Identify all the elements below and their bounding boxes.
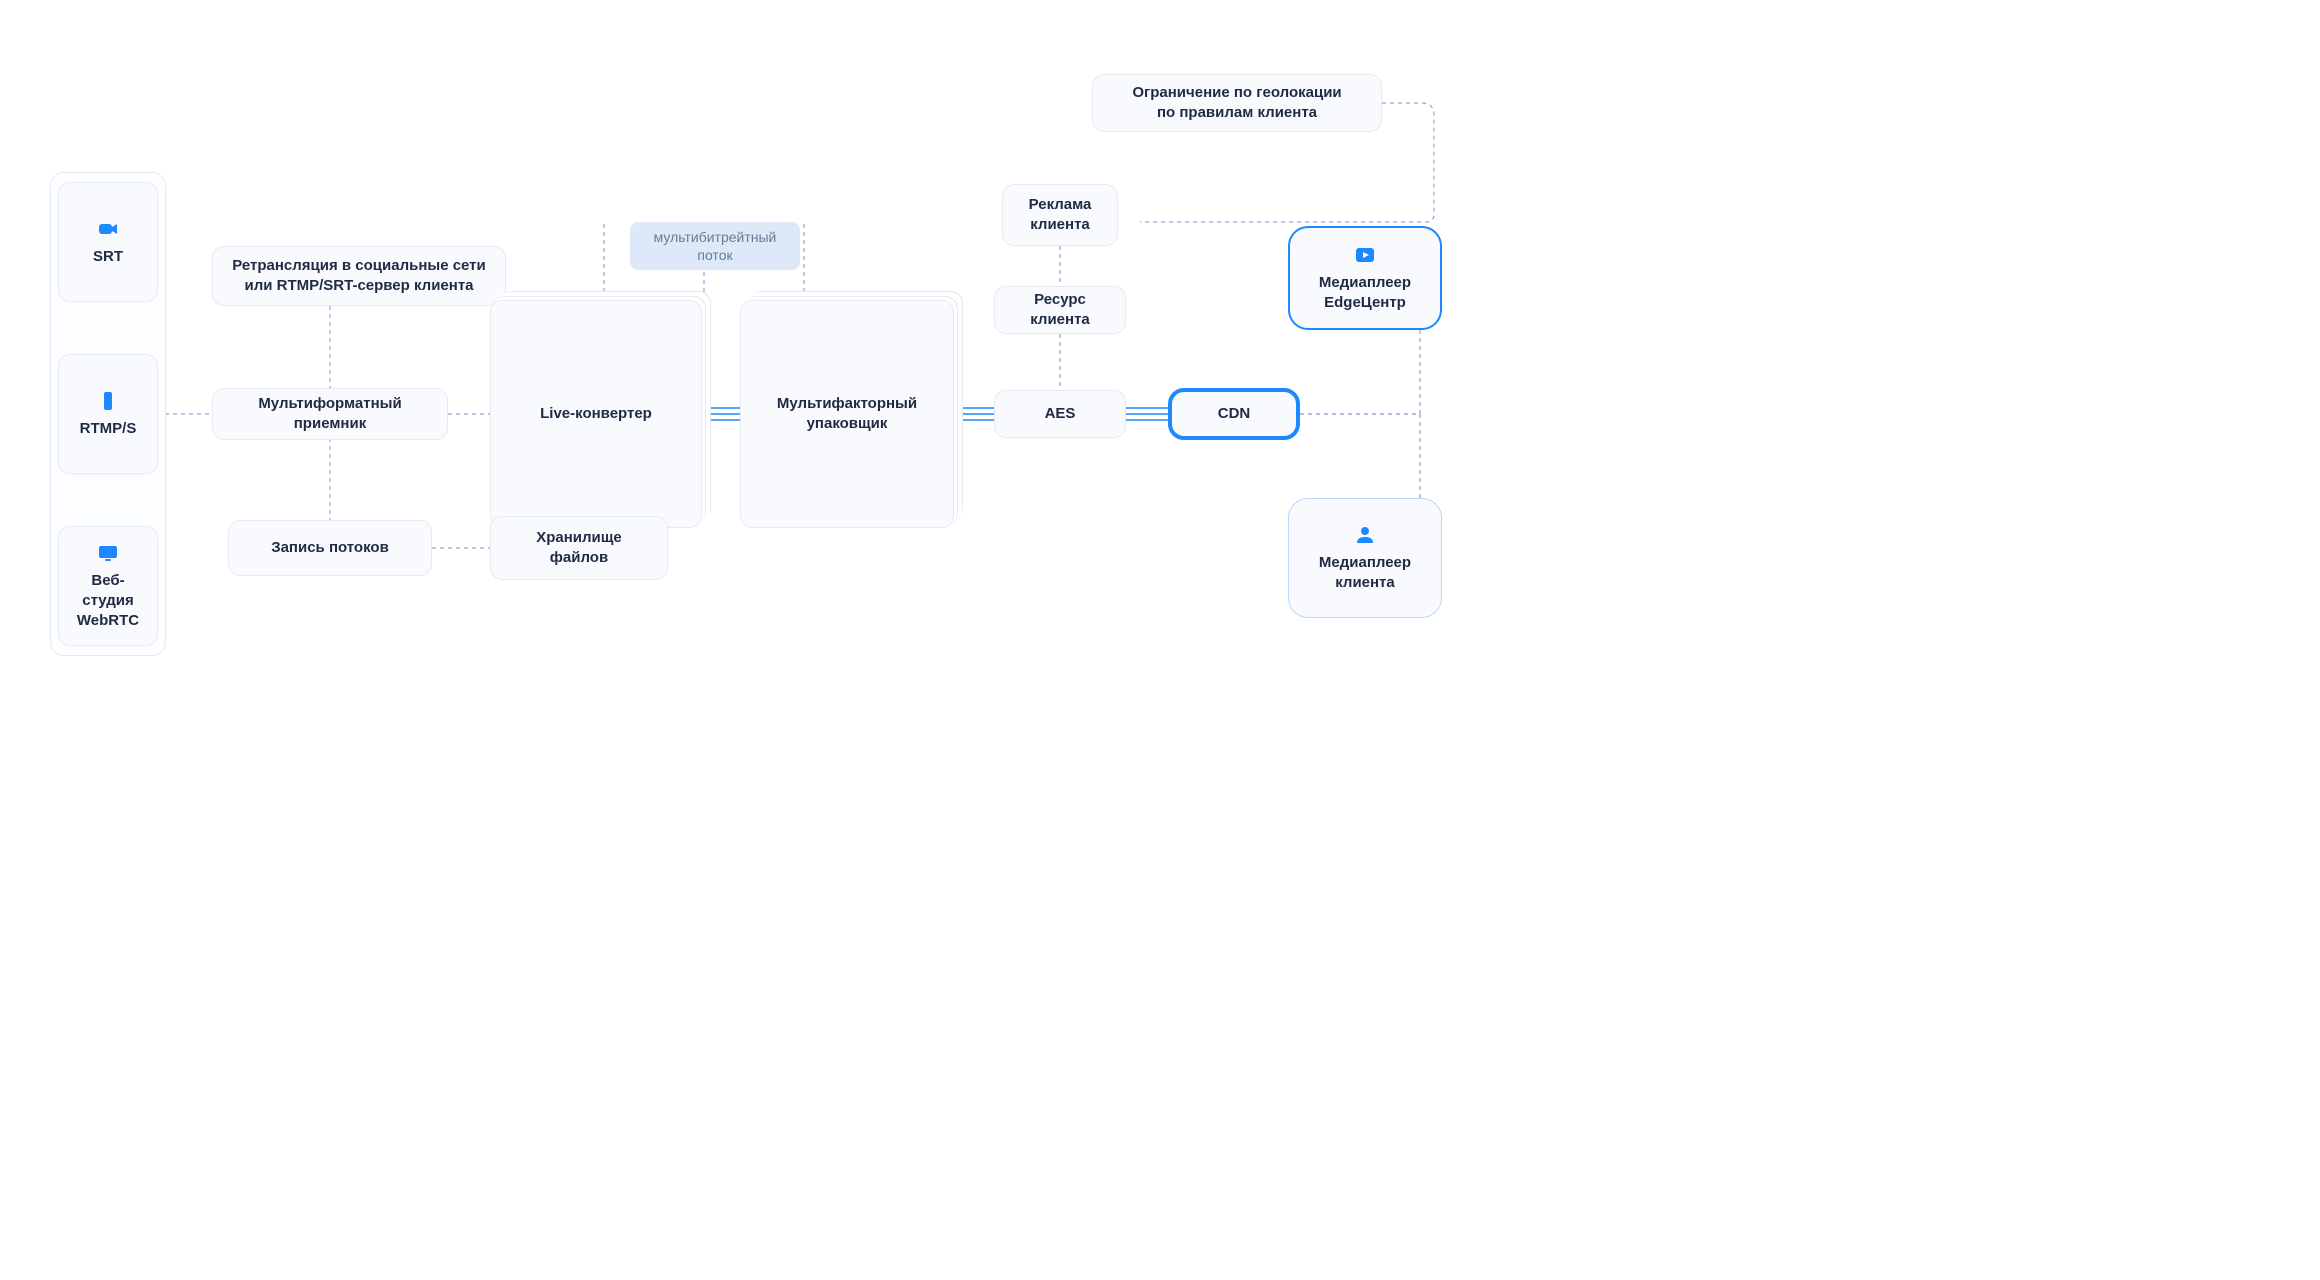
node-player-client: Медиаплеер клиента (1288, 498, 1442, 618)
node-aes: AES (994, 390, 1126, 438)
node-resource-label: Ресурс клиента (1009, 290, 1111, 331)
camera-icon (96, 217, 120, 241)
play-icon (1353, 243, 1377, 267)
source-srt: SRT (58, 182, 158, 302)
source-webrtc: Веб-студия WebRTC (58, 526, 158, 646)
node-packager-label: Мультифакторный упаковщик (777, 394, 917, 435)
node-converter: Live-конвертер (490, 300, 702, 528)
node-storage-label: Хранилище файлов (536, 528, 622, 569)
source-rtmps: RTMP/S (58, 354, 158, 474)
user-icon (1353, 523, 1377, 547)
node-ads-label: Реклама клиента (1029, 195, 1092, 236)
source-webrtc-label: Веб-студия WebRTC (73, 571, 143, 632)
diagram-canvas: .dash { stroke:#8CA6D6; stroke-width:1.2… (0, 0, 1460, 806)
node-cdn-label: CDN (1218, 404, 1251, 424)
node-player-edge-label: Медиаплеер EdgeЦентр (1319, 273, 1411, 314)
monitor-icon (96, 541, 120, 565)
node-storage: Хранилище файлов (490, 516, 668, 580)
node-resource: Ресурс клиента (994, 286, 1126, 334)
node-converter-label: Live-конвертер (540, 404, 652, 424)
node-cdn: CDN (1168, 388, 1300, 440)
node-player-edge: Медиаплеер EdgeЦентр (1288, 226, 1442, 330)
source-srt-label: SRT (93, 247, 123, 267)
node-receiver: Мультиформатный приемник (212, 388, 448, 440)
phone-icon (96, 389, 120, 413)
label-multibitrate: мультибитрейтный поток (630, 222, 800, 270)
node-geo: Ограничение по геолокации по правилам кл… (1092, 74, 1382, 132)
node-geo-label: Ограничение по геолокации по правилам кл… (1132, 83, 1341, 124)
node-packager: Мультифакторный упаковщик (740, 300, 954, 528)
node-restream-label: Ретрансляция в социальные сети или RTMP/… (232, 256, 486, 297)
node-aes-label: AES (1045, 404, 1076, 424)
node-restream: Ретрансляция в социальные сети или RTMP/… (212, 246, 506, 306)
node-recorder-label: Запись потоков (271, 538, 389, 558)
node-ads: Реклама клиента (1002, 184, 1118, 246)
node-player-client-label: Медиаплеер клиента (1319, 553, 1411, 594)
node-recorder: Запись потоков (228, 520, 432, 576)
node-receiver-label: Мультиформатный приемник (258, 394, 401, 435)
source-rtmps-label: RTMP/S (80, 419, 137, 439)
